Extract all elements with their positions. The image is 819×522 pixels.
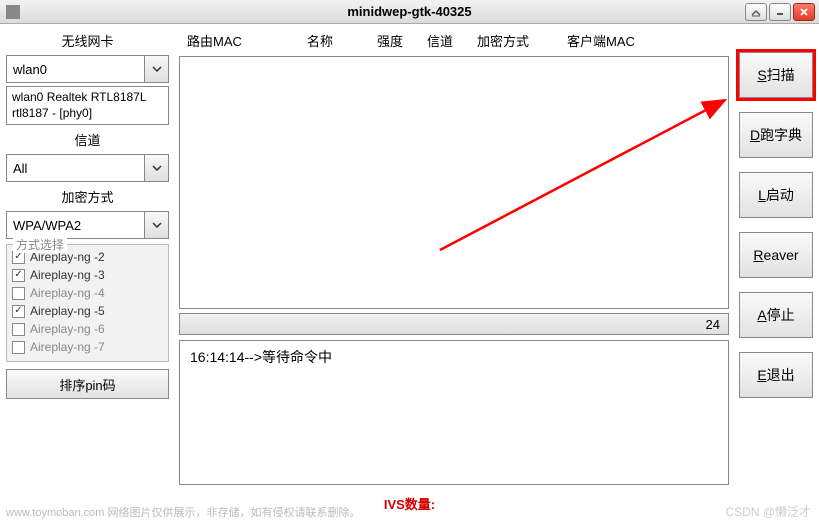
encryption-combo[interactable]: WPA/WPA2 <box>6 211 169 239</box>
wireless-label: 无线网卡 <box>6 29 169 52</box>
launch-button[interactable]: L启动 <box>739 172 813 218</box>
main-layout: 无线网卡 wlan0 wlan0 Realtek RTL8187L rtl818… <box>0 24 819 490</box>
checkbox-icon[interactable] <box>12 341 25 354</box>
close-button[interactable] <box>793 3 815 21</box>
csdn-watermark: CSDN @懒泛才 <box>725 503 811 520</box>
wireless-combo[interactable]: wlan0 <box>6 55 169 83</box>
wireless-value: wlan0 <box>7 56 144 82</box>
header-signal: 强度 <box>377 31 427 50</box>
sort-pin-button[interactable]: 排序pin码 <box>6 369 169 399</box>
method-label: Aireplay-ng -7 <box>30 340 105 354</box>
channel-combo[interactable]: All <box>6 154 169 182</box>
watermark: www.toymoban.com 网络图片仅供展示，非存储，如有侵权请联系删除。 <box>6 504 360 520</box>
ivs-label: IVS数量: <box>384 494 435 513</box>
header-client: 客户端MAC <box>567 31 721 50</box>
chevron-down-icon[interactable] <box>144 56 168 82</box>
titlebar: minidwep-gtk-40325 <box>0 0 819 24</box>
stop-button[interactable]: A停止 <box>739 292 813 338</box>
method-group: 方式选择 ✓Aireplay-ng -2✓Aireplay-ng -3Airep… <box>6 244 169 362</box>
channel-value: All <box>7 155 144 181</box>
chevron-down-icon[interactable] <box>144 155 168 181</box>
header-name: 名称 <box>307 31 377 50</box>
encryption-value: WPA/WPA2 <box>7 212 144 238</box>
header-mac: 路由MAC <box>187 31 307 50</box>
method-row[interactable]: Aireplay-ng -7 <box>12 338 163 356</box>
checkbox-icon[interactable]: ✓ <box>12 269 25 282</box>
header-encryption: 加密方式 <box>477 31 567 50</box>
method-label: Aireplay-ng -6 <box>30 322 105 336</box>
method-row[interactable]: Aireplay-ng -6 <box>12 320 163 338</box>
column-headers: 路由MAC 名称 强度 信道 加密方式 客户端MAC <box>179 29 729 56</box>
minimize-button[interactable] <box>769 3 791 21</box>
center-panel: 路由MAC 名称 强度 信道 加密方式 客户端MAC 24 16:14:14--… <box>175 24 733 490</box>
checkbox-icon[interactable]: ✓ <box>12 305 25 318</box>
log-box: 16:14:14-->等待命令中 <box>179 340 729 485</box>
app-icon <box>6 5 20 19</box>
right-panel: S扫描 D跑字典 L启动 Reaver A停止 E退出 <box>733 24 819 490</box>
header-channel: 信道 <box>427 31 477 50</box>
method-label: Aireplay-ng -5 <box>30 304 105 318</box>
restore-button[interactable] <box>745 3 767 21</box>
wireless-info: wlan0 Realtek RTL8187L rtl8187 - [phy0] <box>6 86 169 125</box>
network-list[interactable] <box>179 56 729 309</box>
reaver-button[interactable]: Reaver <box>739 232 813 278</box>
window-title: minidwep-gtk-40325 <box>347 4 471 19</box>
window-controls <box>745 3 815 21</box>
checkbox-icon[interactable] <box>12 287 25 300</box>
chevron-down-icon[interactable] <box>144 212 168 238</box>
left-panel: 无线网卡 wlan0 wlan0 Realtek RTL8187L rtl818… <box>0 24 175 490</box>
method-row[interactable]: ✓ Aireplay-ng -5 <box>12 302 163 320</box>
method-row[interactable]: ✓ Aireplay-ng -3 <box>12 266 163 284</box>
status-number: 24 <box>706 317 720 332</box>
method-label: Aireplay-ng -4 <box>30 286 105 300</box>
log-line: 16:14:14-->等待命令中 <box>190 349 332 365</box>
scan-button[interactable]: S扫描 <box>739 52 813 98</box>
exit-button[interactable]: E退出 <box>739 352 813 398</box>
encryption-label: 加密方式 <box>6 185 169 208</box>
method-row[interactable]: Aireplay-ng -4 <box>12 284 163 302</box>
channel-label: 信道 <box>6 128 169 151</box>
checkbox-icon[interactable] <box>12 323 25 336</box>
dictionary-button[interactable]: D跑字典 <box>739 112 813 158</box>
method-legend: 方式选择 <box>13 236 67 253</box>
method-label: Aireplay-ng -3 <box>30 268 105 282</box>
status-bar: 24 <box>179 313 729 335</box>
